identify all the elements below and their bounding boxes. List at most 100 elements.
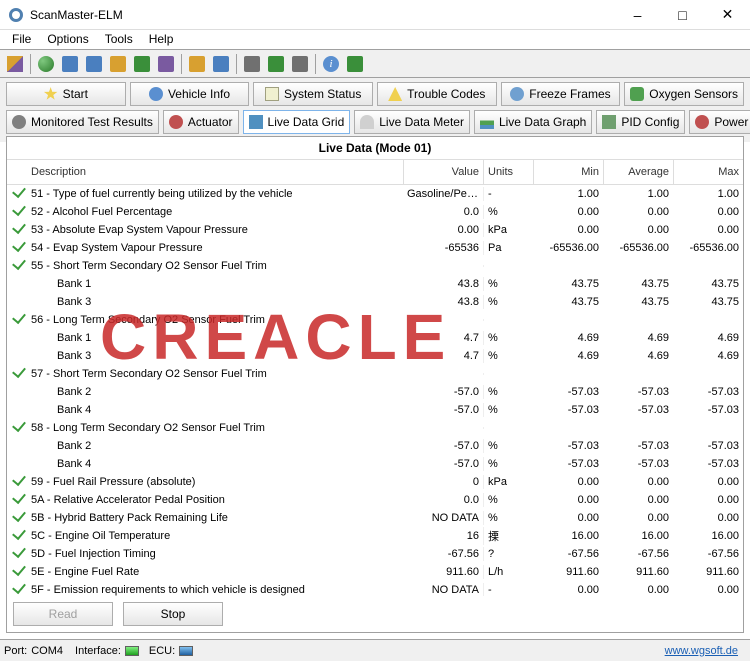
nav-pid-config[interactable]: PID Config	[596, 110, 685, 134]
table-row[interactable]: Bank 143.8%43.7543.7543.75	[7, 275, 743, 293]
col-avg[interactable]: Average	[603, 160, 673, 184]
col-units[interactable]: Units	[483, 160, 533, 184]
row-check-icon	[7, 367, 27, 381]
maximize-button[interactable]: □	[660, 0, 705, 30]
ecu-led-icon	[179, 646, 193, 656]
toolbar-terminal-icon[interactable]	[241, 53, 263, 75]
toolbar-doc-icon[interactable]	[59, 53, 81, 75]
table-row[interactable]: 56 - Long Term Secondary O2 Sensor Fuel …	[7, 311, 743, 329]
toolbar-green-icon[interactable]	[131, 53, 153, 75]
toolbar-info-icon[interactable]: i	[320, 53, 342, 75]
nav-vehicle-info[interactable]: Vehicle Info	[130, 82, 250, 106]
toolbar-help-icon[interactable]	[344, 53, 366, 75]
nav-system-status[interactable]: System Status	[253, 82, 373, 106]
live-data-grid-icon	[249, 115, 263, 129]
row-check-icon	[7, 493, 27, 507]
nav-live-data-grid[interactable]: Live Data Grid	[243, 110, 351, 134]
row-check-icon	[7, 187, 27, 201]
row-val: -65536	[403, 241, 483, 255]
table-row[interactable]: 51 - Type of fuel currently being utiliz…	[7, 185, 743, 203]
toolbar-globe-icon[interactable]	[35, 53, 57, 75]
table-row[interactable]: Bank 4-57.0%-57.03-57.03-57.03	[7, 455, 743, 473]
table-row[interactable]: 5E - Engine Fuel Rate911.60L/h911.60911.…	[7, 563, 743, 581]
table-row[interactable]: 5B - Hybrid Battery Pack Remaining LifeN…	[7, 509, 743, 527]
toolbar-chart-icon[interactable]	[107, 53, 129, 75]
app-icon	[8, 7, 24, 23]
toolbar-user-icon[interactable]	[155, 53, 177, 75]
menu-help[interactable]: Help	[141, 30, 182, 49]
row-description: Bank 1	[27, 331, 403, 345]
toolbar-battery-icon[interactable]	[265, 53, 287, 75]
toolbar-pencil-icon[interactable]	[4, 53, 26, 75]
menu-options[interactable]: Options	[39, 30, 96, 49]
minimize-button[interactable]: –	[615, 0, 660, 30]
row-min	[533, 427, 603, 429]
col-description[interactable]: Description	[27, 160, 403, 184]
row-val	[403, 265, 483, 267]
toolbar-grid-icon[interactable]	[83, 53, 105, 75]
table-row[interactable]: 54 - Evap System Vapour Pressure-65536Pa…	[7, 239, 743, 257]
table-row[interactable]: Bank 4-57.0%-57.03-57.03-57.03	[7, 401, 743, 419]
table-row[interactable]: 5F - Emission requirements to which vehi…	[7, 581, 743, 596]
nav-actuator[interactable]: Actuator	[163, 110, 239, 134]
nav-power[interactable]: Power	[689, 110, 750, 134]
table-row[interactable]: 53 - Absolute Evap System Vapour Pressur…	[7, 221, 743, 239]
row-avg	[603, 427, 673, 429]
row-avg: 43.75	[603, 295, 673, 309]
row-avg: 0.00	[603, 493, 673, 507]
table-row[interactable]: 55 - Short Term Secondary O2 Sensor Fuel…	[7, 257, 743, 275]
row-check-icon	[7, 421, 27, 435]
row-unit: %	[483, 439, 533, 453]
row-avg: -57.03	[603, 457, 673, 471]
row-avg: 0.00	[603, 511, 673, 525]
table-row[interactable]: Bank 34.7%4.694.694.69	[7, 347, 743, 365]
col-value[interactable]: Value	[403, 160, 483, 184]
table-row[interactable]: 5C - Engine Oil Temperature16搮16.0016.00…	[7, 527, 743, 545]
stop-button[interactable]: Stop	[123, 602, 223, 626]
table-row[interactable]: 57 - Short Term Secondary O2 Sensor Fuel…	[7, 365, 743, 383]
nav-start[interactable]: Start	[6, 82, 126, 106]
table-row[interactable]: Bank 2-57.0%-57.03-57.03-57.03	[7, 437, 743, 455]
row-val: -57.0	[403, 385, 483, 399]
row-avg: -57.03	[603, 439, 673, 453]
col-min[interactable]: Min	[533, 160, 603, 184]
row-min: 0.00	[533, 583, 603, 596]
menu-tools[interactable]: Tools	[97, 30, 141, 49]
toolbar-copy-icon[interactable]	[186, 53, 208, 75]
nav-monitored-test-results[interactable]: Monitored Test Results	[6, 110, 159, 134]
table-row[interactable]: 58 - Long Term Secondary O2 Sensor Fuel …	[7, 419, 743, 437]
table-row[interactable]: 5D - Fuel Injection Timing-67.56?-67.56-…	[7, 545, 743, 563]
separator	[181, 54, 182, 74]
row-avg: -67.56	[603, 547, 673, 561]
table-row[interactable]: 5A - Relative Accelerator Pedal Position…	[7, 491, 743, 509]
table-row[interactable]: Bank 343.8%43.7543.7543.75	[7, 293, 743, 311]
nav-freeze-frames[interactable]: Freeze Frames	[501, 82, 621, 106]
row-description: 5A - Relative Accelerator Pedal Position	[27, 493, 403, 507]
system-status-icon	[265, 87, 279, 101]
table-row[interactable]: 59 - Fuel Rail Pressure (absolute)0kPa0.…	[7, 473, 743, 491]
nav-oxygen-sensors[interactable]: Oxygen Sensors	[624, 82, 744, 106]
nav-live-data-graph[interactable]: Live Data Graph	[474, 110, 592, 134]
row-description: 52 - Alcohol Fuel Percentage	[27, 205, 403, 219]
live-data-grid[interactable]: Description Value Units Min Average Max …	[7, 160, 743, 596]
nav-trouble-codes[interactable]: Trouble Codes	[377, 82, 497, 106]
row-val: Gasoline/Petrol	[403, 187, 483, 201]
row-val: 16	[403, 529, 483, 543]
status-link[interactable]: www.wgsoft.de	[665, 645, 738, 657]
table-row[interactable]: 52 - Alcohol Fuel Percentage0.0%0.000.00…	[7, 203, 743, 221]
col-max[interactable]: Max	[673, 160, 743, 184]
table-row[interactable]: Bank 14.7%4.694.694.69	[7, 329, 743, 347]
row-min: 0.00	[533, 223, 603, 237]
row-max: 4.69	[673, 349, 743, 363]
row-max	[673, 373, 743, 375]
toolbar-gear-icon[interactable]	[289, 53, 311, 75]
table-row[interactable]: Bank 2-57.0%-57.03-57.03-57.03	[7, 383, 743, 401]
close-button[interactable]: ✕	[705, 0, 750, 30]
window-title: ScanMaster-ELM	[30, 8, 615, 22]
toolbar-save-icon[interactable]	[210, 53, 232, 75]
row-check-icon	[7, 475, 27, 489]
row-val: 0.0	[403, 205, 483, 219]
row-description: 53 - Absolute Evap System Vapour Pressur…	[27, 223, 403, 237]
nav-live-data-meter[interactable]: Live Data Meter	[354, 110, 470, 134]
menu-file[interactable]: File	[4, 30, 39, 49]
